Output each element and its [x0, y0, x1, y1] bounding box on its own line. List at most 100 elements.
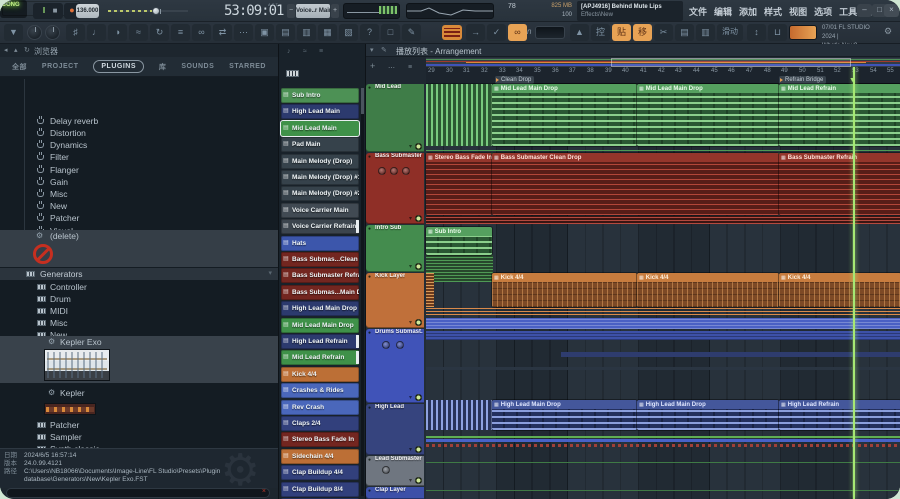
track-knob[interactable] [402, 167, 410, 175]
track-header-mid-lead[interactable]: ● Mid Lead ▾ [366, 84, 424, 152]
typing-keyboard-icon[interactable]: ♯ [66, 24, 85, 41]
monitor-icon[interactable]: □ [381, 24, 400, 41]
tree-item-sampler[interactable]: Sampler [0, 431, 278, 443]
timeline-ruler[interactable]: 29 30 31 32 33 34 35 36 37 38 39 40 41 4… [426, 67, 900, 84]
shuttle-slider[interactable] [108, 10, 188, 12]
pattern-item[interactable]: ▤Pad Main [281, 137, 359, 152]
pattern-list-scrollbar[interactable] [361, 88, 364, 496]
menu-options[interactable]: 选项 [814, 5, 832, 18]
track-header-kick-layer[interactable]: ● Kick Layer ▾ [366, 273, 424, 328]
settings-gear-icon[interactable]: ⚙ [884, 26, 892, 37]
track-mute-dot[interactable]: ● [368, 226, 371, 232]
stamp-icon[interactable]: ▲ [570, 24, 589, 41]
pattern-item[interactable]: ▤Crashes & Rides [281, 383, 359, 398]
shop-cart-icon[interactable]: ⊔ [768, 24, 787, 41]
search-clear-icon[interactable]: × [262, 488, 266, 495]
pattern-item[interactable]: ▤High Lead Main [281, 104, 359, 119]
pattern-item[interactable]: ▤Main Melody (Drop) #1 [281, 170, 359, 185]
track-enable-button[interactable] [415, 394, 422, 401]
add-track-icon[interactable]: + [370, 61, 375, 71]
pattern-item[interactable]: ▤High Lead Refrain [281, 334, 359, 349]
blend-recording-icon[interactable]: ≈ [129, 24, 148, 41]
pattern-item[interactable]: ▤High Lead Main Drop [281, 301, 359, 316]
clip-kick-1[interactable]: ▦Kick 4/4 [492, 273, 637, 307]
scrollbar-thumb[interactable] [361, 88, 364, 114]
marker-refrain-bridge[interactable]: Refrain Bridge [779, 76, 826, 84]
playlist-icon[interactable]: ▥ [297, 24, 316, 41]
menu-view[interactable]: 视图 [789, 5, 807, 18]
tree-item-patcher[interactable]: Patcher [0, 212, 278, 224]
link-controller-icon[interactable]: ∞ [508, 24, 527, 41]
clip-mid-lead-refrain[interactable]: ▦Mid Lead Refrain [779, 84, 900, 146]
browser-toggle-icon[interactable]: ▧ [339, 24, 358, 41]
track-dropdown-icon[interactable]: ▾ [409, 215, 412, 222]
pattern-item[interactable]: ▤Mid Lead Main Drop [281, 318, 359, 333]
track-knob[interactable] [390, 167, 398, 175]
browser-refresh-icon[interactable]: ↻ [24, 46, 30, 54]
tab-library[interactable]: 库 [159, 62, 167, 72]
tree-item-delay-reverb[interactable]: Delay reverb [0, 115, 278, 127]
pattern-item[interactable]: ▤Mid Lead Main [281, 121, 359, 136]
marker-clean-drop[interactable]: Clean Drop [495, 76, 534, 84]
tree-item-distortion[interactable]: Distortion [0, 127, 278, 139]
loop-record-icon[interactable]: ↻ [150, 24, 169, 41]
shuttle-knob[interactable] [152, 7, 160, 15]
tab-sounds[interactable]: SOUNDS [181, 63, 214, 70]
master-volume-knob[interactable] [27, 25, 42, 40]
mixer-icon[interactable]: ▦ [318, 24, 337, 41]
menu-file[interactable]: 文件 [689, 5, 707, 18]
playlist-draw-icon[interactable]: ✎ [381, 46, 387, 54]
track-mute-dot[interactable]: ● [368, 488, 371, 494]
pattern-item[interactable]: ▤Sub Intro [281, 88, 359, 103]
track-enable-button[interactable] [415, 446, 422, 453]
pattern-item[interactable]: ▤Voice Carrier Main [281, 203, 359, 218]
track-dropdown-icon[interactable]: ▾ [409, 394, 412, 401]
playlist-menu-icon[interactable]: ▾ [370, 46, 374, 54]
cut-icon[interactable]: ✂ [654, 24, 673, 41]
step-edit-icon[interactable]: ≡ [171, 24, 190, 41]
tab-all[interactable]: 全部 [12, 62, 27, 72]
pattern-item[interactable]: ▤Sidechain 4/4 [281, 449, 359, 464]
track-dropdown-icon[interactable]: ▾ [409, 446, 412, 453]
track-header-high-lead[interactable]: ● High Lead ▾ [366, 404, 424, 455]
pattern-next-button[interactable]: + [331, 4, 339, 18]
browser-back-icon[interactable]: ◂ [4, 46, 8, 54]
tab-plugins[interactable]: PLUGINS [93, 60, 144, 73]
tree-item-drum[interactable]: Drum [0, 293, 278, 305]
pattern-filter-list-icon[interactable]: ≡ [319, 48, 323, 55]
tree-item-controller[interactable]: Controller [0, 281, 278, 293]
track-size-icon[interactable]: ≡ [408, 64, 412, 71]
tempo-display[interactable]: 136.000 [76, 4, 99, 18]
deal-led-display[interactable] [789, 25, 817, 40]
picture-icon[interactable]: ▣ [255, 24, 274, 41]
pattern-filter-wave-icon[interactable]: ≈ [303, 48, 307, 55]
tree-item-gen-misc[interactable]: Misc [0, 317, 278, 329]
precount-icon[interactable]: ◑ [108, 24, 127, 41]
clip-high-lead-main-drop-2[interactable]: ▦High Lead Main Drop [637, 400, 779, 430]
tools-menu-icon[interactable]: ✎ [402, 24, 421, 41]
clip-high-lead-main-drop-1[interactable]: ▦High Lead Main Drop [492, 400, 637, 430]
tree-item-new[interactable]: New [0, 200, 278, 212]
track-knob[interactable] [382, 466, 390, 474]
track-dropdown-icon[interactable]: ▾ [409, 477, 412, 484]
slide-tool-button[interactable]: 滑动 [717, 24, 743, 41]
pattern-item[interactable]: ▤Claps 2/4 [281, 416, 359, 431]
track-dropdown-icon[interactable]: ▾ [409, 263, 412, 270]
browser-up-icon[interactable]: ▴ [14, 46, 18, 54]
overview-icon[interactable]: ⋯ [234, 24, 253, 41]
track-knob[interactable] [382, 341, 390, 349]
track-mute-dot[interactable]: ● [368, 274, 371, 280]
tree-item-kepler-exo-selected[interactable]: ⚙Kepler Exo [0, 336, 278, 383]
track-enable-button[interactable] [415, 215, 422, 222]
clip-kick-2[interactable]: ▦Kick 4/4 [637, 273, 779, 307]
track-mute-dot[interactable]: ● [368, 405, 371, 411]
pattern-item[interactable]: ▤Mid Lead Refrain [281, 350, 359, 365]
pattern-item[interactable]: ▤Bass Submas...Clean Drop [281, 252, 359, 267]
track-header-clap-layer[interactable]: ● Clap Layer [366, 487, 424, 499]
track-knob[interactable] [396, 341, 404, 349]
slide-check-icon[interactable]: ✓ [487, 24, 506, 41]
track-mode-icon[interactable]: ⋯ [388, 64, 395, 72]
metronome-icon[interactable]: ♩ [87, 24, 106, 41]
track-enable-button[interactable] [415, 477, 422, 484]
master-pitch-knob[interactable] [45, 25, 60, 40]
